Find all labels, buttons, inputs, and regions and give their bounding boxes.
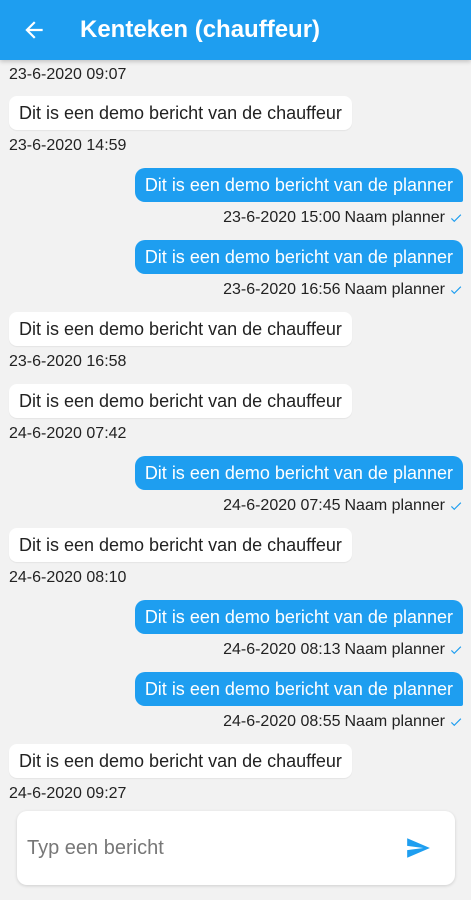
message-meta: 24-6-2020 07:45 Naam planner	[223, 496, 463, 516]
message-sender: Naam planner	[344, 713, 446, 730]
message-bubble-incoming[interactable]: Dit is een demo bericht van de chauffeur	[9, 384, 352, 418]
message-input[interactable]	[27, 825, 387, 871]
message-timestamp: 23-6-2020 15:00	[223, 209, 341, 226]
message-bubble-outgoing[interactable]: Dit is een demo bericht van de planner	[134, 168, 463, 202]
send-button[interactable]	[403, 833, 433, 863]
message-bubble-incoming[interactable]: Dit is een demo bericht van de chauffeur	[9, 96, 352, 130]
check-icon	[450, 214, 462, 223]
message-timestamp: 24-6-2020 08:10	[9, 569, 127, 586]
message-timestamp: 24-6-2020 07:45	[223, 497, 341, 514]
message-timestamp: 23-6-2020 14:59	[9, 137, 127, 154]
chat-screen: Kenteken (chauffeur) 23-6-2020 09:07 Dit…	[0, 0, 471, 900]
message-bubble-incoming[interactable]: Dit is een demo bericht van de chauffeur	[9, 744, 352, 778]
message-timestamp: 23-6-2020 16:56	[223, 281, 341, 298]
message-meta: 23-6-2020 16:56 Naam planner	[223, 280, 463, 300]
arrow-left-icon	[25, 21, 43, 39]
check-icon	[450, 502, 462, 511]
message-bubble-incoming[interactable]: Dit is een demo bericht van de chauffeur	[9, 312, 352, 346]
message-timestamp: 24-6-2020 09:27	[9, 785, 127, 800]
message-timestamp: 23-6-2020 09:07	[9, 66, 127, 83]
message-timestamp: 24-6-2020 08:55	[223, 713, 341, 730]
message-bubble-outgoing[interactable]: Dit is een demo bericht van de planner	[134, 456, 463, 490]
message-sender: Naam planner	[344, 641, 446, 658]
message-bubble-outgoing[interactable]: Dit is een demo bericht van de planner	[134, 672, 463, 706]
message-timestamp: 24-6-2020 08:13	[223, 641, 341, 658]
send-icon	[407, 838, 430, 858]
message-bubble-outgoing[interactable]: Dit is een demo bericht van de planner	[134, 240, 463, 274]
back-button[interactable]	[6, 0, 62, 60]
message-sender: Naam planner	[344, 209, 446, 226]
check-icon	[450, 718, 462, 727]
app-bar: Kenteken (chauffeur)	[0, 0, 471, 60]
check-icon	[450, 286, 462, 295]
message-list[interactable]: 23-6-2020 09:07 Dit is een demo bericht …	[0, 60, 471, 800]
message-sender: Naam planner	[344, 497, 446, 514]
message-composer	[17, 811, 455, 885]
message-bubble-outgoing[interactable]: Dit is een demo bericht van de planner	[134, 600, 463, 634]
message-timestamp: 23-6-2020 16:58	[9, 353, 127, 370]
message-meta: 23-6-2020 15:00 Naam planner	[223, 208, 463, 228]
message-sender: Naam planner	[344, 281, 446, 298]
page-title: Kenteken (chauffeur)	[80, 16, 321, 43]
message-timestamp: 24-6-2020 07:42	[9, 425, 127, 442]
message-bubble-incoming[interactable]: Dit is een demo bericht van de chauffeur	[9, 528, 352, 562]
message-meta: 24-6-2020 08:13 Naam planner	[223, 640, 463, 660]
check-icon	[450, 646, 462, 655]
message-meta: 24-6-2020 08:55 Naam planner	[223, 712, 463, 732]
